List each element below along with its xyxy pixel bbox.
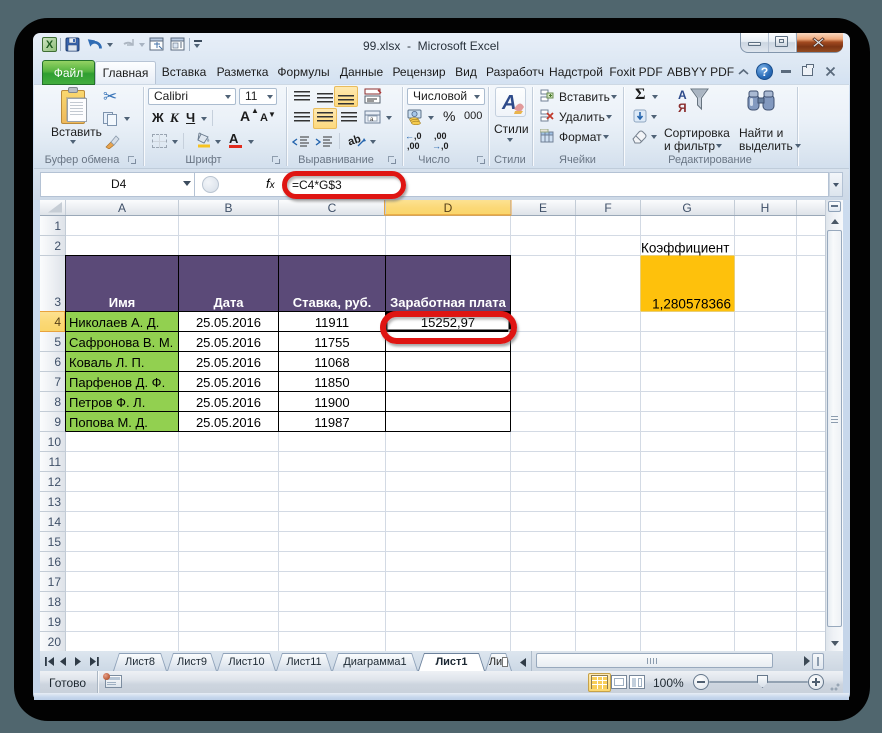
svg-text:Сафронова В. М.: Сафронова В. М. — [69, 335, 173, 350]
svg-text:Попова М. Д.: Попова М. Д. — [69, 415, 148, 430]
svg-text:6: 6 — [54, 355, 61, 369]
svg-text:11068: 11068 — [314, 355, 349, 370]
svg-text:25.05.2016: 25.05.2016 — [196, 415, 261, 430]
svg-text:9: 9 — [54, 415, 61, 429]
svg-text:20: 20 — [48, 635, 62, 649]
svg-text:A: A — [118, 201, 126, 215]
svg-text:D: D — [444, 201, 453, 215]
svg-text:2: 2 — [54, 239, 61, 253]
svg-text:16: 16 — [48, 555, 62, 569]
svg-text:10: 10 — [48, 435, 62, 449]
svg-text:4: 4 — [54, 315, 61, 329]
svg-text:5: 5 — [54, 335, 61, 349]
svg-text:11: 11 — [49, 455, 62, 469]
svg-text:11987: 11987 — [314, 415, 349, 430]
svg-text:19: 19 — [48, 615, 62, 629]
svg-text:13: 13 — [48, 495, 62, 509]
svg-text:B: B — [224, 201, 232, 215]
svg-text:Ставка, руб.: Ставка, руб. — [293, 295, 372, 310]
svg-text:H: H — [761, 201, 770, 215]
svg-text:F: F — [604, 201, 611, 215]
svg-text:Коваль Л. П.: Коваль Л. П. — [69, 355, 144, 370]
svg-text:11900: 11900 — [314, 395, 349, 410]
svg-text:А: А — [678, 88, 687, 102]
svg-text:12: 12 — [48, 475, 62, 489]
svg-text:Я: Я — [678, 101, 687, 114]
svg-text:C: C — [328, 201, 337, 215]
svg-text:11850: 11850 — [314, 375, 349, 390]
svg-text:А: А — [501, 92, 516, 114]
svg-text:25.05.2016: 25.05.2016 — [196, 355, 261, 370]
svg-text:1: 1 — [54, 219, 61, 233]
svg-text:14: 14 — [48, 515, 62, 529]
svg-text:17: 17 — [48, 575, 62, 589]
svg-text:18: 18 — [48, 595, 62, 609]
svg-text:G: G — [682, 201, 691, 215]
svg-text:3: 3 — [54, 295, 61, 309]
svg-text:Заработная плата: Заработная плата — [390, 295, 507, 310]
svg-text:Николаев А. Д.: Николаев А. Д. — [69, 315, 159, 330]
svg-text:Имя: Имя — [109, 295, 136, 310]
svg-text:Коэффициент: Коэффициент — [641, 241, 729, 256]
svg-text:8: 8 — [54, 395, 61, 409]
svg-text:15: 15 — [48, 535, 62, 549]
svg-text:25.05.2016: 25.05.2016 — [196, 395, 261, 410]
svg-text:Петров Ф. Л.: Петров Ф. Л. — [69, 395, 145, 410]
svg-text:E: E — [539, 201, 547, 215]
svg-text:7: 7 — [54, 375, 61, 389]
svg-text:11755: 11755 — [314, 335, 349, 350]
svg-text:ab: ab — [348, 133, 363, 148]
svg-text:25.05.2016: 25.05.2016 — [196, 335, 261, 350]
svg-text:11911: 11911 — [315, 315, 349, 330]
svg-text:1,280578366: 1,280578366 — [652, 297, 731, 312]
svg-text:Дата: Дата — [213, 295, 244, 310]
svg-text:25.05.2016: 25.05.2016 — [196, 375, 261, 390]
svg-text:Парфенов Д. Ф.: Парфенов Д. Ф. — [69, 375, 165, 390]
svg-text:25.05.2016: 25.05.2016 — [196, 315, 261, 330]
